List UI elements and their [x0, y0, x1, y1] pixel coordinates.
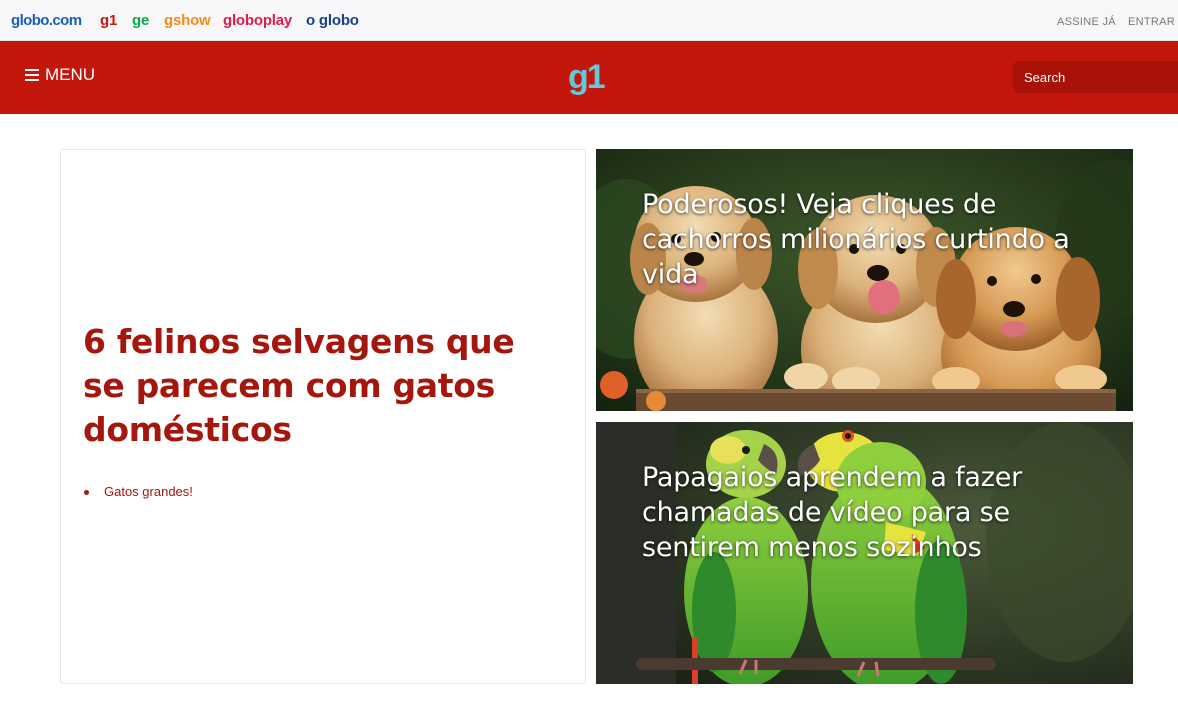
- search-input[interactable]: [1013, 61, 1178, 93]
- subscribe-link[interactable]: ASSINE JÁ: [1057, 16, 1116, 28]
- brand-link-oglobo[interactable]: o globo: [306, 12, 359, 29]
- brand-link-g1[interactable]: g1: [100, 12, 117, 29]
- brand-link-globoplay[interactable]: globoplay: [223, 12, 292, 29]
- site-header: MENU g1: [0, 41, 1178, 114]
- related-link[interactable]: Gatos grandes!: [83, 484, 193, 499]
- brand-link-ge[interactable]: ge: [132, 12, 149, 29]
- feature-card-puppies[interactable]: Poderosos! Veja cliques de cachorros mil…: [596, 149, 1133, 411]
- main-story-card[interactable]: 6 felinos selvagens que se parecem com g…: [60, 149, 586, 684]
- main-story-title[interactable]: 6 felinos selvagens que se parecem com g…: [83, 320, 563, 452]
- login-link[interactable]: ENTRAR: [1128, 16, 1175, 28]
- brand-link-gshow[interactable]: gshow: [164, 12, 211, 29]
- g1-logo[interactable]: g1: [568, 57, 606, 97]
- feature-title-puppies[interactable]: Poderosos! Veja cliques de cachorros mil…: [642, 187, 1132, 292]
- menu-label: MENU: [45, 65, 96, 84]
- feature-card-parrots[interactable]: Papagaios aprendem a fazer chamadas de v…: [596, 422, 1133, 684]
- menu-button[interactable]: MENU: [25, 65, 95, 85]
- feature-title-parrots[interactable]: Papagaios aprendem a fazer chamadas de v…: [642, 460, 1132, 565]
- top-brand-bar: globo.com g1 ge gshow globoplay o globo …: [0, 0, 1178, 41]
- hamburger-icon: [25, 69, 39, 81]
- related-links-list: Gatos grandes!: [83, 484, 193, 499]
- brand-link-globo[interactable]: globo.com: [11, 12, 82, 29]
- search-box[interactable]: [1013, 61, 1178, 93]
